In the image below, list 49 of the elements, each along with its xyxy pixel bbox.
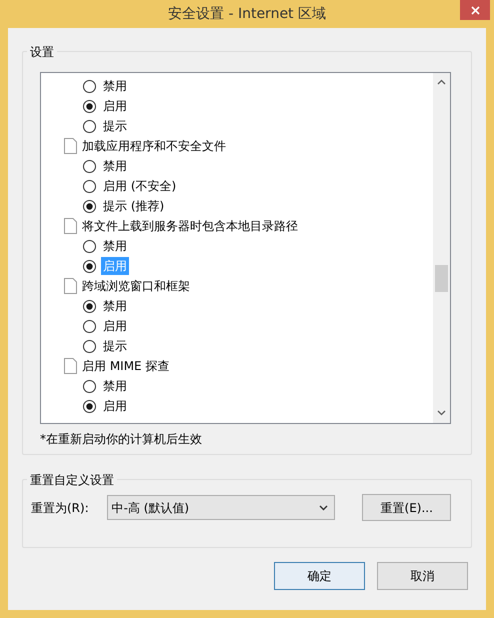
close-button[interactable] (460, 0, 490, 20)
option-label[interactable]: 提示 (推荐) (101, 197, 166, 215)
option-label[interactable]: 禁用 (101, 157, 129, 175)
radio-button[interactable] (83, 260, 96, 272)
reset-label: 重置为(R): (31, 500, 90, 516)
document-icon (64, 358, 77, 374)
note-text: *在重新启动你的计算机后生效 (40, 431, 203, 448)
reset-level-dropdown[interactable]: 中-高 (默认值) (106, 495, 336, 520)
setting-title: 将文件上载到服务器时包含本地目录路径 (82, 218, 298, 235)
option-label[interactable]: 禁用 (101, 377, 129, 395)
scrollbar[interactable] (433, 73, 450, 423)
close-icon (470, 6, 480, 14)
radio-button[interactable] (83, 120, 96, 132)
document-icon (64, 278, 77, 294)
setting-title: 跨域浏览窗口和框架 (82, 278, 190, 295)
option-label[interactable]: 启用 (101, 317, 129, 335)
option-label[interactable]: 禁用 (101, 77, 129, 95)
window-title: 安全设置 - Internet 区域 (168, 6, 326, 22)
option-label[interactable]: 启用 (不安全) (101, 177, 178, 195)
radio-button[interactable] (83, 160, 96, 172)
radio-button[interactable] (83, 300, 96, 312)
radio-button[interactable] (83, 400, 96, 412)
caret-icon (319, 504, 328, 510)
radio-button[interactable] (83, 80, 96, 92)
scroll-up-icon[interactable] (437, 79, 446, 85)
radio-button[interactable] (83, 340, 96, 352)
option-label[interactable]: 提示 (101, 117, 129, 135)
radio-button[interactable] (83, 320, 96, 332)
setting-title: 加载应用程序和不安全文件 (82, 138, 226, 155)
group-title: 重置自定义设置 (27, 471, 117, 489)
option-label[interactable]: 启用 (101, 397, 129, 415)
scroll-down-icon[interactable] (437, 410, 446, 416)
radio-button[interactable] (83, 240, 96, 252)
ok-button[interactable]: 确定 (274, 562, 365, 590)
cancel-button[interactable]: 取消 (377, 562, 468, 590)
option-label[interactable]: 禁用 (101, 297, 129, 315)
radio-button[interactable] (83, 180, 96, 192)
option-label[interactable]: 提示 (101, 337, 129, 355)
option-label[interactable]: 启用 (101, 97, 129, 115)
option-label[interactable]: 禁用 (101, 237, 129, 255)
reset-button[interactable]: 重置(E)... (362, 494, 451, 521)
dropdown-value: 中-高 (默认值) (112, 500, 190, 516)
scroll-thumb[interactable] (435, 265, 448, 292)
radio-button[interactable] (83, 100, 96, 112)
radio-button[interactable] (83, 380, 96, 392)
document-icon (64, 138, 77, 154)
radio-button[interactable] (83, 200, 96, 212)
setting-title: 启用 MIME 探查 (82, 358, 170, 375)
document-icon (64, 218, 77, 234)
